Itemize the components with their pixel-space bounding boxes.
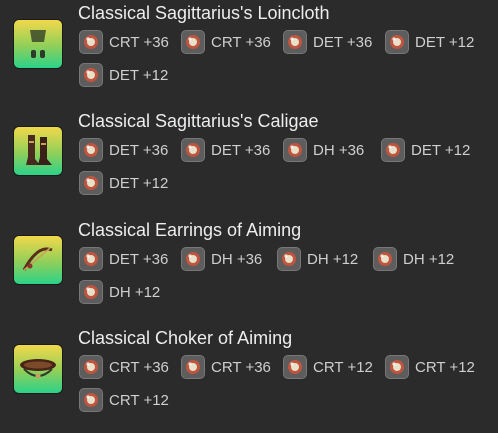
- item-name: Classical Choker of Aiming: [78, 328, 293, 348]
- materia-label: DH +36: [211, 250, 263, 268]
- materia-label: DET +12: [415, 33, 475, 51]
- materia-icon: [385, 355, 409, 379]
- materia-icon: [79, 247, 103, 271]
- materia-icon: [79, 171, 103, 195]
- materia-label: DET +12: [109, 66, 169, 84]
- materia-label: DET +36: [313, 33, 373, 51]
- materia-slot: CRT +12: [385, 354, 475, 380]
- materia-label: DH +12: [109, 283, 161, 301]
- materia-slot: DH +36: [283, 137, 364, 163]
- materia-slot: DET +12: [381, 137, 470, 163]
- materia-icon: [283, 138, 307, 162]
- materia-icon: [277, 247, 301, 271]
- materia-icon: [79, 63, 103, 87]
- materia-icon: [181, 30, 205, 54]
- item-name: Classical Earrings of Aiming: [78, 220, 302, 240]
- materia-icon: [181, 138, 205, 162]
- materia-icon: [79, 280, 103, 304]
- materia-slot: DH +12: [79, 279, 160, 305]
- materia-slot: CRT +36: [79, 29, 169, 55]
- materia-icon: [381, 138, 405, 162]
- materia-slot: DH +12: [277, 246, 358, 272]
- materia-slot: DET +12: [79, 62, 168, 88]
- materia-label: DH +12: [307, 250, 359, 268]
- earrings-icon: [13, 235, 63, 285]
- materia-slot: DET +36: [283, 29, 372, 55]
- materia-slot: CRT +36: [181, 354, 271, 380]
- materia-label: DET +36: [211, 141, 271, 159]
- item-name: Classical Sagittarius's Loincloth: [78, 3, 330, 23]
- materia-slot: DET +36: [181, 137, 270, 163]
- materia-slot: DH +12: [373, 246, 454, 272]
- choker-icon: [13, 344, 63, 394]
- materia-icon: [181, 355, 205, 379]
- boots-icon: [13, 126, 63, 176]
- gear-item-choker: Classical Choker of Aiming CRT +36 CRT +…: [0, 327, 498, 433]
- materia-icon: [79, 388, 103, 412]
- materia-label: CRT +12: [313, 358, 373, 376]
- gear-item-earrings: Classical Earrings of Aiming DET +36 DH …: [0, 219, 498, 327]
- materia-icon: [79, 30, 103, 54]
- materia-icon: [373, 247, 397, 271]
- materia-slot: CRT +12: [283, 354, 373, 380]
- materia-slot: DET +36: [79, 246, 168, 272]
- materia-label: CRT +12: [415, 358, 475, 376]
- materia-icon: [79, 138, 103, 162]
- gear-item-caligae: Classical Sagittarius's Caligae DET +36 …: [0, 110, 498, 218]
- materia-label: CRT +36: [211, 33, 271, 51]
- materia-label: CRT +36: [211, 358, 271, 376]
- materia-label: CRT +36: [109, 33, 169, 51]
- materia-slot: DET +12: [79, 170, 168, 196]
- materia-slot: DH +36: [181, 246, 262, 272]
- materia-icon: [283, 355, 307, 379]
- materia-label: CRT +12: [109, 391, 169, 409]
- materia-slot: CRT +36: [181, 29, 271, 55]
- materia-icon: [181, 247, 205, 271]
- materia-slot: DET +36: [79, 137, 168, 163]
- materia-label: DET +12: [411, 141, 471, 159]
- materia-slot: CRT +12: [79, 387, 169, 413]
- materia-label: DET +36: [109, 250, 169, 268]
- materia-slot: DET +12: [385, 29, 474, 55]
- item-name: Classical Sagittarius's Caligae: [78, 111, 319, 131]
- materia-icon: [283, 30, 307, 54]
- loincloth-icon: [13, 19, 63, 69]
- materia-icon: [79, 355, 103, 379]
- materia-label: DET +12: [109, 174, 169, 192]
- materia-label: DH +12: [403, 250, 455, 268]
- materia-label: DET +36: [109, 141, 169, 159]
- materia-slot: CRT +36: [79, 354, 169, 380]
- materia-label: DH +36: [313, 141, 365, 159]
- materia-icon: [385, 30, 409, 54]
- materia-label: CRT +36: [109, 358, 169, 376]
- gear-item-loincloth: Classical Sagittarius's Loincloth CRT +3…: [0, 2, 498, 110]
